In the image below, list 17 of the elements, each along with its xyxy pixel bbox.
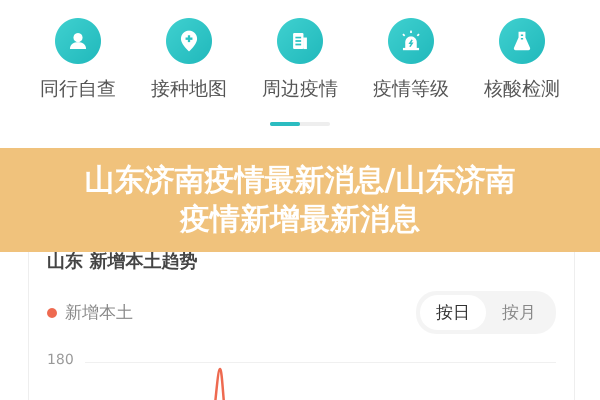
- shortcut-button[interactable]: 周边疫情: [244, 18, 356, 102]
- shortcut-button[interactable]: 疫情等级: [356, 18, 466, 102]
- shortcut-button[interactable]: 接种地图: [134, 18, 244, 102]
- period-tab[interactable]: 按日: [420, 295, 486, 330]
- banner-title: 疫情新增最新消息: [180, 201, 420, 239]
- legend-label: 新增本土: [65, 302, 133, 324]
- card-title: 山东 新增本土趋势: [47, 250, 198, 273]
- pin-icon: [166, 18, 212, 64]
- shortcut-button[interactable]: 同行自查: [22, 18, 134, 102]
- alarm-icon: [388, 18, 434, 64]
- axis-label: 180: [47, 352, 74, 368]
- shortcut-button[interactable]: 核酸检测: [466, 18, 578, 102]
- trend-line: [213, 367, 227, 400]
- person-icon: [55, 18, 101, 64]
- flask-icon: [499, 18, 545, 64]
- document-icon: [277, 18, 323, 64]
- banner-title: 山东济南疫情最新消息/山东济南: [84, 162, 516, 200]
